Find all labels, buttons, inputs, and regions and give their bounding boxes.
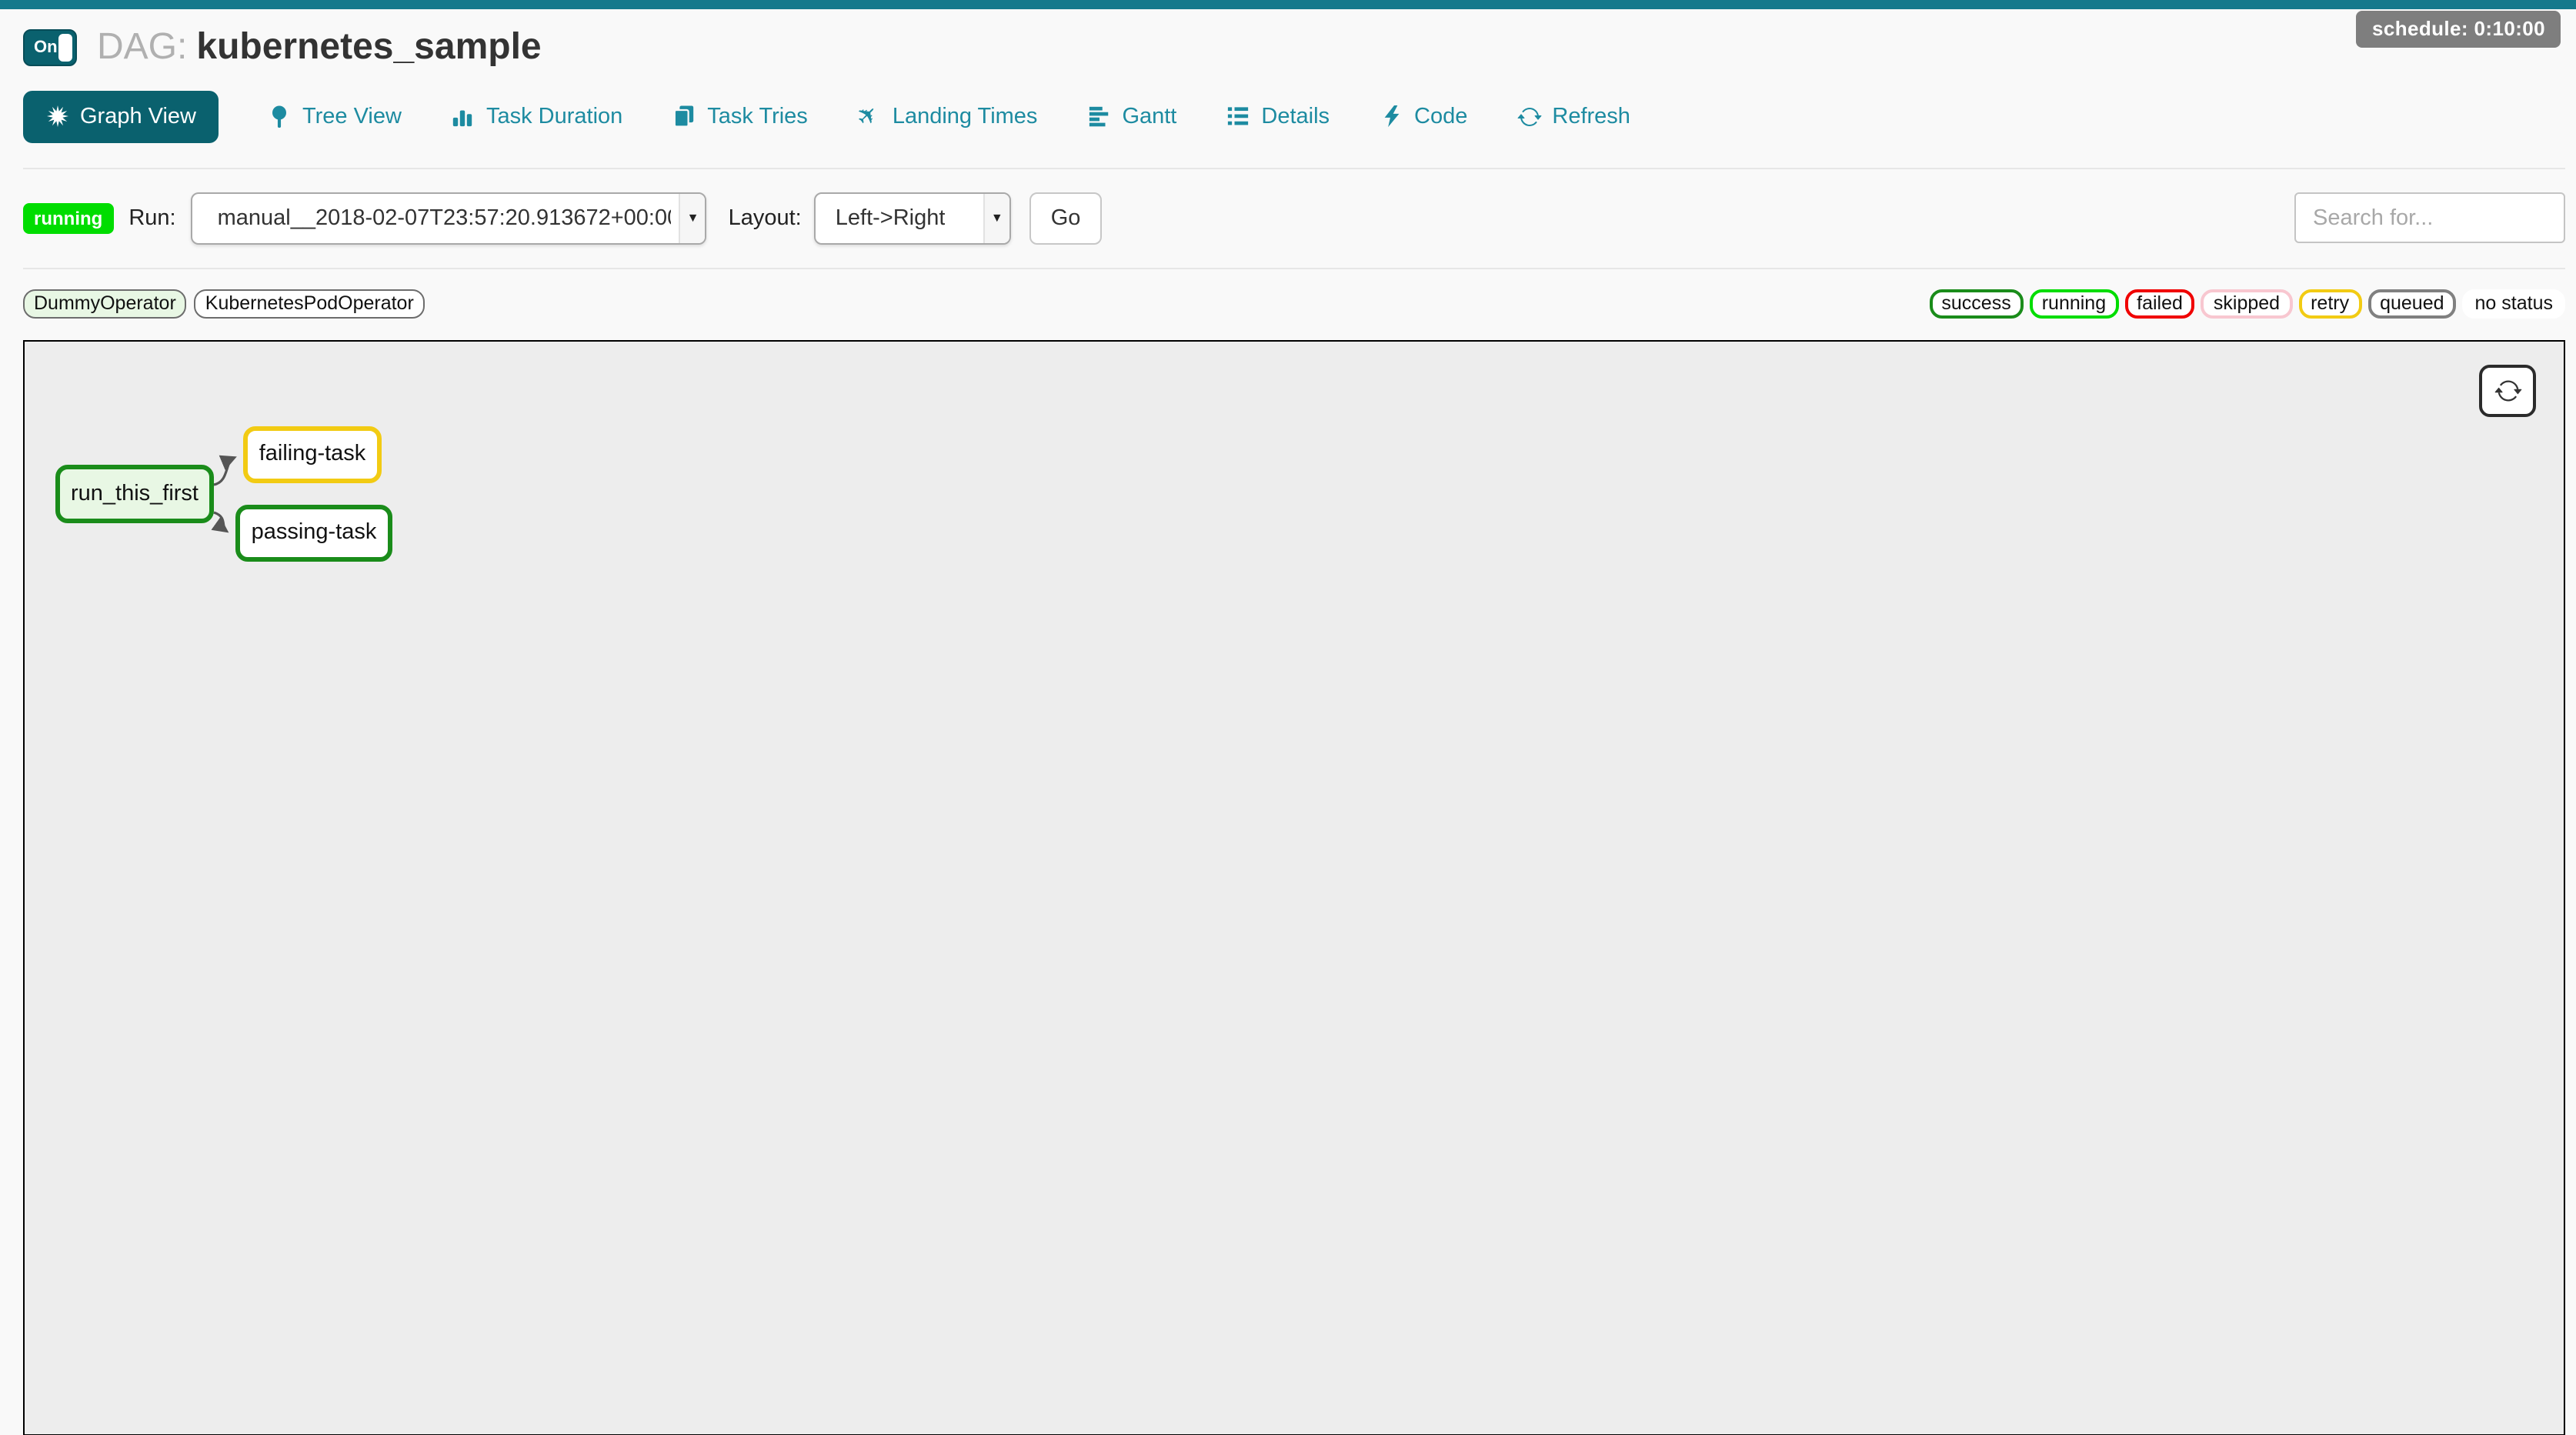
layout-label: Layout:	[729, 205, 802, 230]
tab-landing-times[interactable]: ✈ Landing Times	[857, 104, 1038, 128]
chevron-down-icon: ▼	[983, 193, 1009, 242]
airflow-dag-page: schedule: 0:10:00 On DAG:kubernetes_samp…	[0, 0, 2576, 1430]
layout-select[interactable]: Left->Right ▼	[814, 192, 1011, 244]
graph-refresh-button[interactable]	[2479, 364, 2536, 416]
schedule-badge: schedule: 0:10:00	[2357, 11, 2561, 48]
plane-icon: ✈	[857, 104, 882, 128]
task-node-failing-task[interactable]: failing-task	[243, 425, 382, 482]
dag-prefix-label: DAG:	[97, 26, 187, 68]
bar-chart-icon	[451, 104, 475, 128]
page-title: DAG:kubernetes_sample	[97, 26, 542, 68]
tree-icon	[267, 104, 292, 128]
legend-dummy-operator: DummyOperator	[23, 289, 187, 318]
tab-details[interactable]: Details	[1226, 104, 1330, 128]
page-header: On DAG:kubernetes_sample	[0, 9, 2576, 79]
legend-kubernetes-pod-operator: KubernetesPodOperator	[195, 289, 425, 318]
tab-label: Landing Times	[893, 104, 1038, 128]
chevron-down-icon: ▼	[679, 193, 706, 242]
legend-status-queued: queued	[2367, 289, 2456, 318]
tab-label: Task Duration	[486, 104, 622, 128]
toggle-on-label: On	[34, 38, 58, 57]
tab-graph-view[interactable]: Graph View	[23, 90, 218, 142]
go-button[interactable]: Go	[1029, 192, 1103, 244]
bolt-icon	[1379, 104, 1403, 128]
legend-status-failed: failed	[2124, 289, 2195, 318]
legend-status-retry: retry	[2298, 289, 2361, 318]
legend-status-success: success	[1929, 289, 2023, 318]
tab-label: Gantt	[1122, 104, 1176, 128]
tab-label: Refresh	[1552, 104, 1630, 128]
tab-label: Details	[1261, 104, 1330, 128]
tab-label: Tree View	[302, 104, 402, 128]
view-tabs: Graph View Tree View Task Duration Task …	[0, 79, 2576, 167]
dag-graph-canvas[interactable]: run_this_first failing-task passing-task	[23, 339, 2565, 1435]
tab-task-tries[interactable]: Task Tries	[672, 104, 808, 128]
list-icon	[1226, 104, 1250, 128]
sunburst-icon	[45, 104, 69, 128]
tab-tree-view[interactable]: Tree View	[267, 104, 402, 128]
status-legend: success running failed skipped retry que…	[1929, 289, 2565, 318]
run-select-value: manual__2018-02-07T23:57:20.913672+00:00	[218, 205, 672, 230]
run-controls: running Run: manual__2018-02-07T23:57:20…	[0, 169, 2576, 267]
tab-label: Task Tries	[707, 104, 808, 128]
tab-code[interactable]: Code	[1379, 104, 1467, 128]
run-label: Run:	[128, 205, 175, 230]
refresh-icon	[1517, 104, 1541, 128]
task-node-run-this-first[interactable]: run_this_first	[55, 464, 214, 522]
copy-icon	[672, 104, 696, 128]
refresh-icon	[2494, 376, 2521, 404]
operator-legend: DummyOperator KubernetesPodOperator	[23, 289, 425, 318]
tab-label: Code	[1414, 104, 1467, 128]
tab-gantt[interactable]: Gantt	[1086, 104, 1176, 128]
layout-select-value: Left->Right	[836, 205, 946, 230]
dag-name: kubernetes_sample	[196, 26, 541, 68]
legend-status-skipped: skipped	[2201, 289, 2292, 318]
top-accent-bar	[0, 0, 2576, 9]
legend-status-no-status: no status	[2463, 289, 2565, 318]
dag-on-toggle[interactable]: On	[23, 29, 77, 66]
tab-task-duration[interactable]: Task Duration	[451, 104, 622, 128]
run-status-badge: running	[23, 202, 113, 233]
edge-run-this-first-to-failing-task	[214, 457, 234, 484]
toggle-knob	[58, 34, 72, 62]
tab-label: Graph View	[80, 104, 196, 128]
tab-refresh[interactable]: Refresh	[1517, 104, 1630, 128]
task-node-passing-task[interactable]: passing-task	[235, 504, 392, 561]
legend-status-running: running	[2030, 289, 2118, 318]
edge-run-this-first-to-passing-task	[214, 512, 226, 530]
align-left-icon	[1086, 104, 1111, 128]
search-input[interactable]	[2294, 192, 2565, 243]
run-select[interactable]: manual__2018-02-07T23:57:20.913672+00:00…	[192, 192, 707, 244]
legend-row: DummyOperator KubernetesPodOperator succ…	[0, 269, 2576, 318]
